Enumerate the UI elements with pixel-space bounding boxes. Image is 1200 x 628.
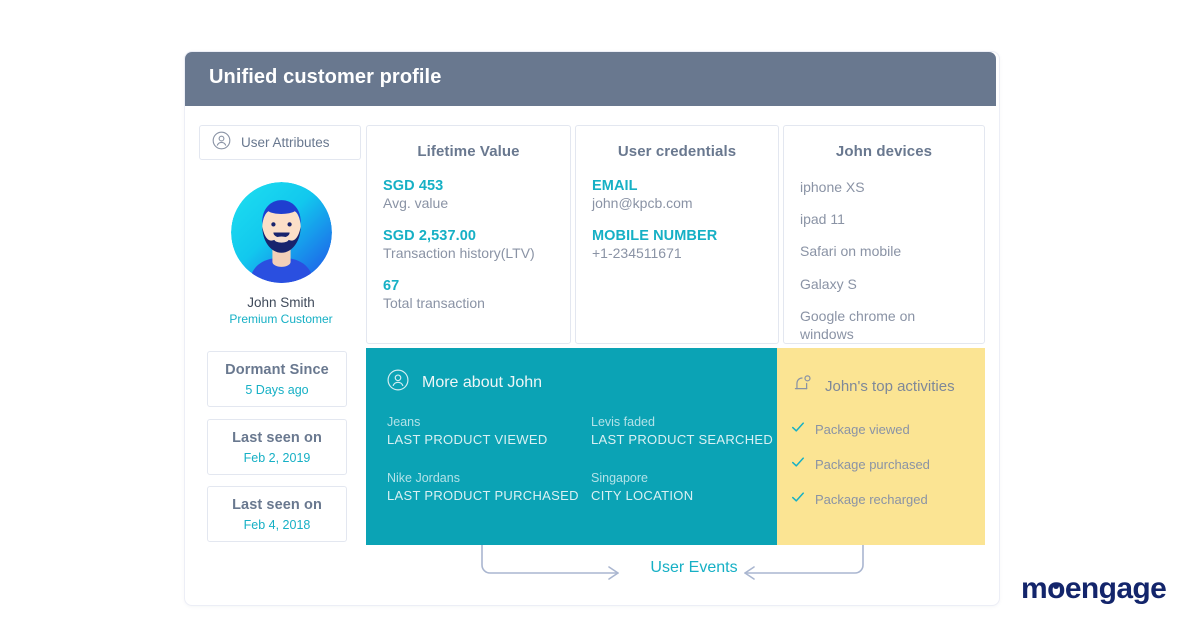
fact-cell: Singapore CITY LOCATION — [591, 471, 777, 503]
panel-title: User credentials — [576, 143, 778, 160]
attribute-card-title: Last seen on — [232, 430, 322, 446]
more-about-john-panel: More about John Jeans LAST PRODUCT VIEWE… — [366, 348, 777, 545]
user-attributes-chip-label: User Attributes — [241, 135, 330, 150]
check-icon — [791, 455, 805, 474]
logo-text-before: m — [1021, 572, 1047, 605]
fact-label: LAST PRODUCT SEARCHED — [591, 432, 777, 447]
panel-body: EMAIL john@kpcb.com MOBILE NUMBER +1-234… — [576, 178, 778, 261]
credential-label: EMAIL — [592, 178, 762, 194]
user-attributes-column: User Attributes — [199, 125, 363, 326]
avatar-illustration — [231, 182, 332, 283]
list-item: iphone XS — [800, 178, 968, 196]
activity-label: Package purchased — [815, 457, 930, 472]
fact-cell: Levis faded LAST PRODUCT SEARCHED — [591, 415, 777, 447]
fact-value: Singapore — [591, 471, 777, 485]
fact-label: CITY LOCATION — [591, 488, 777, 503]
metric-value: SGD 2,537.00 — [383, 228, 554, 244]
list-item: EMAIL john@kpcb.com — [592, 178, 762, 211]
activity-label: Package recharged — [815, 492, 928, 507]
metric-label: Avg. value — [383, 195, 554, 211]
metric-value: 67 — [383, 278, 554, 294]
check-icon — [791, 490, 805, 509]
person-circle-icon — [212, 131, 231, 155]
attribute-card[interactable]: Last seen on Feb 4, 2018 — [207, 486, 347, 542]
list-item: Google chrome on windows — [800, 307, 968, 343]
list-item: Safari on mobile — [800, 242, 968, 260]
activity-list: Package viewed Package purchased Package… — [777, 400, 985, 509]
user-attributes-chip[interactable]: User Attributes — [199, 125, 361, 160]
fact-value: Levis faded — [591, 415, 777, 429]
card-header: Unified customer profile — [185, 52, 996, 106]
list-item: Package viewed — [791, 420, 985, 439]
list-item: ipad 11 — [800, 210, 968, 228]
list-item: 67 Total transaction — [383, 278, 554, 311]
user-credentials-panel: User credentials EMAIL john@kpcb.com MOB… — [575, 125, 779, 344]
credential-value: +1-234511671 — [592, 245, 762, 261]
panel-title: Lifetime Value — [367, 143, 570, 160]
user-events-flow: User Events — [366, 545, 985, 601]
panel-body: SGD 453 Avg. value SGD 2,537.00 Transact… — [367, 178, 570, 311]
metric-label: Total transaction — [383, 295, 554, 311]
section-header: More about John — [366, 348, 777, 396]
section-header: John's top activities — [777, 348, 985, 400]
more-about-facts-grid: Jeans LAST PRODUCT VIEWED Levis faded LA… — [366, 396, 777, 503]
logo-text-after: engage — [1065, 572, 1166, 605]
attribute-card-value: Feb 2, 2019 — [244, 451, 311, 465]
panel-title: John devices — [784, 143, 984, 160]
user-name: John Smith — [199, 295, 363, 310]
list-item: Package purchased — [791, 455, 985, 474]
list-item: MOBILE NUMBER +1-234511671 — [592, 228, 762, 261]
lifetime-value-panel: Lifetime Value SGD 453 Avg. value SGD 2,… — [366, 125, 571, 344]
devices-panel: John devices iphone XS ipad 11 Safari on… — [783, 125, 985, 344]
notification-bell-icon — [791, 372, 814, 400]
check-icon — [791, 420, 805, 439]
metric-label: Transaction history(LTV) — [383, 245, 554, 261]
attribute-card-title: Dormant Since — [225, 362, 329, 378]
attribute-card[interactable]: Last seen on Feb 2, 2019 — [207, 419, 347, 475]
panel-body: iphone XS ipad 11 Safari on mobile Galax… — [784, 178, 984, 343]
user-subtitle: Premium Customer — [199, 312, 363, 326]
list-item: Package recharged — [791, 490, 985, 509]
fact-value: Nike Jordans — [387, 471, 591, 485]
credential-value: john@kpcb.com — [592, 195, 762, 211]
list-item: SGD 453 Avg. value — [383, 178, 554, 211]
list-item: SGD 2,537.00 Transaction history(LTV) — [383, 228, 554, 261]
avatar — [231, 182, 332, 283]
metric-value: SGD 453 — [383, 178, 554, 194]
attribute-card[interactable]: Dormant Since 5 Days ago — [207, 351, 347, 407]
fact-label: LAST PRODUCT PURCHASED — [387, 488, 591, 503]
attribute-card-value: Feb 4, 2018 — [244, 518, 311, 532]
user-events-label: User Events — [634, 559, 754, 577]
page-title: Unified customer profile — [209, 66, 441, 89]
section-title: More about John — [422, 374, 542, 392]
fact-cell: Jeans LAST PRODUCT VIEWED — [387, 415, 591, 447]
moengage-logo: moengage — [1021, 572, 1166, 606]
activity-label: Package viewed — [815, 422, 910, 437]
attribute-card-value: 5 Days ago — [245, 383, 308, 397]
top-activities-panel: John's top activities Package viewed Pac… — [777, 348, 985, 545]
fact-value: Jeans — [387, 415, 591, 429]
fact-cell: Nike Jordans LAST PRODUCT PURCHASED — [387, 471, 591, 503]
section-title: John's top activities — [825, 378, 955, 395]
avatar-wrapper — [199, 182, 363, 283]
fact-label: LAST PRODUCT VIEWED — [387, 432, 591, 447]
credential-label: MOBILE NUMBER — [592, 228, 762, 244]
list-item: Galaxy S — [800, 275, 968, 293]
unified-customer-profile-card: Unified customer profile User Attributes — [184, 51, 1000, 606]
attribute-card-title: Last seen on — [232, 497, 322, 513]
logo-text-o: o — [1047, 572, 1065, 606]
person-circle-icon — [387, 369, 409, 396]
